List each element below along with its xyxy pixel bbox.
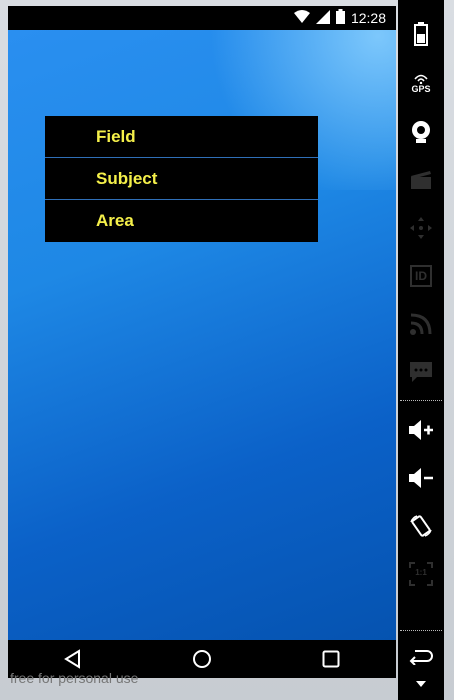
expand-more-button[interactable] <box>398 672 444 696</box>
volume-up-icon <box>409 420 433 440</box>
device-screen-container: 12:28 Field Subject Area <box>8 6 396 678</box>
rss-feed-icon <box>410 313 432 335</box>
cell-signal-icon <box>315 9 330 27</box>
recents-square-icon <box>322 650 340 668</box>
webcam-icon <box>412 121 430 143</box>
volume-down-icon <box>409 468 433 488</box>
emulator-sidebar: GPS ID 1:1 <box>398 0 444 700</box>
back-triangle-icon <box>63 649 80 669</box>
gps-label: GPS <box>411 84 431 94</box>
app-screen: Field Subject Area <box>8 30 396 640</box>
scale-1-1-icon: 1:1 <box>409 562 433 586</box>
wifi-icon <box>293 9 310 27</box>
id-label: ID <box>415 269 427 283</box>
dpad-button[interactable] <box>398 208 444 248</box>
watermark-text: free for personal use <box>10 670 139 686</box>
camera-button[interactable] <box>398 112 444 152</box>
caret-down-icon <box>416 681 426 687</box>
recents-button[interactable] <box>311 644 351 674</box>
screen-rotation-icon <box>410 515 432 537</box>
rotate-button[interactable] <box>398 506 444 546</box>
id-card-icon: ID <box>410 265 432 287</box>
sidebar-divider <box>400 400 442 401</box>
device-id-button[interactable]: ID <box>398 256 444 296</box>
scale-label: 1:1 <box>415 568 427 577</box>
gps-button[interactable]: GPS <box>398 64 444 104</box>
sms-button[interactable] <box>398 352 444 392</box>
volume-up-button[interactable] <box>398 410 444 450</box>
menu-item-label: Subject <box>96 168 158 188</box>
home-circle-icon <box>192 650 211 668</box>
menu-item-subject[interactable]: Subject <box>45 158 318 200</box>
screen-record-button[interactable] <box>398 160 444 200</box>
battery-icon <box>414 22 428 46</box>
status-icons: 12:28 <box>293 9 386 27</box>
network-button[interactable] <box>398 304 444 344</box>
clapperboard-icon <box>411 171 431 189</box>
battery-control-button[interactable] <box>398 14 444 54</box>
message-bubble-icon <box>410 362 432 382</box>
status-time: 12:28 <box>350 10 386 26</box>
menu-item-area[interactable]: Area <box>45 200 318 242</box>
menu-item-label: Field <box>96 126 136 146</box>
gps-signal-icon <box>414 74 428 84</box>
volume-down-button[interactable] <box>398 458 444 498</box>
option-menu: Field Subject Area <box>45 116 318 242</box>
emulator-frame: 12:28 Field Subject Area free for person… <box>0 0 454 700</box>
return-button[interactable] <box>398 636 444 676</box>
status-bar: 12:28 <box>8 6 396 30</box>
menu-item-label: Area <box>96 211 134 230</box>
sidebar-divider <box>400 630 442 631</box>
scale-button[interactable]: 1:1 <box>398 554 444 594</box>
battery-icon <box>335 9 345 27</box>
return-arrow-icon <box>409 650 433 665</box>
move-arrows-icon <box>410 217 432 239</box>
home-button[interactable] <box>182 644 222 674</box>
menu-item-field[interactable]: Field <box>45 116 318 158</box>
